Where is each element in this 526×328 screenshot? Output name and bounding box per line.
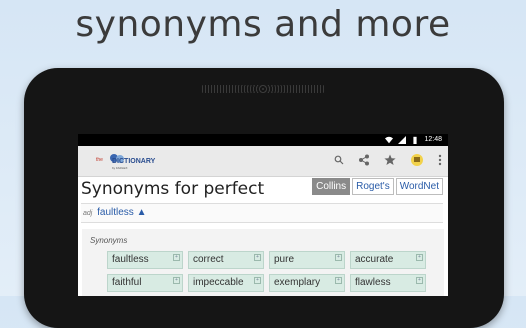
signal-icon (398, 136, 407, 144)
overflow-menu-icon[interactable] (438, 154, 442, 166)
expand-icon[interactable]: + (254, 254, 261, 261)
synonym-text: accurate (355, 254, 394, 265)
synonym-grid: faultless + correct + pure + accurate + fait… (107, 251, 426, 292)
synonym-text: impeccable (193, 277, 244, 288)
synonym-chip[interactable]: faultless + (107, 251, 183, 269)
expand-icon[interactable]: + (173, 254, 180, 261)
battery-icon (413, 136, 418, 144)
synonym-text: correct (193, 254, 224, 265)
expand-icon[interactable]: + (416, 277, 423, 284)
expand-icon[interactable]: + (335, 254, 342, 261)
tab-collins[interactable]: Collins (312, 178, 351, 195)
synonym-chip[interactable]: faithful + (107, 274, 183, 292)
logo-prefix: the (96, 157, 103, 163)
daily-icon[interactable] (410, 153, 424, 167)
search-icon[interactable] (334, 155, 344, 165)
wifi-icon (385, 136, 394, 144)
synonym-text: faultless (112, 254, 149, 265)
tab-wordnet[interactable]: WordNet (395, 178, 443, 195)
synonyms-label: Synonyms (90, 236, 128, 245)
synonym-chip[interactable]: pure + (269, 251, 345, 269)
logo-subtitle: by FARLEX (112, 166, 128, 170)
part-of-speech: adj (83, 210, 93, 217)
tablet-screen: 12:48 the DICTIONARY by FARLEX Synonyms … (78, 134, 448, 296)
synonym-chip[interactable]: correct + (188, 251, 264, 269)
app-bar: the DICTIONARY by FARLEX (78, 146, 448, 177)
status-bar: 12:48 (78, 134, 448, 146)
synonym-chip[interactable]: accurate + (350, 251, 426, 269)
synonym-text: flawless (355, 277, 391, 288)
synonym-chip[interactable]: flawless + (350, 274, 426, 292)
logo-title: DICTIONARY (112, 158, 156, 165)
status-time: 12:48 (424, 136, 442, 143)
tab-rogets[interactable]: Roget's (352, 178, 394, 195)
headword-row[interactable]: adj faultless ▲ (81, 203, 443, 223)
synonym-text: exemplary (274, 277, 321, 288)
expand-icon[interactable]: + (335, 277, 342, 284)
source-tabs: Collins Roget's WordNet (312, 178, 443, 195)
promo-headline: synonyms and more (75, 4, 451, 45)
share-icon[interactable] (358, 154, 370, 166)
tablet-speaker-grille (200, 85, 326, 93)
synonym-chip[interactable]: exemplary + (269, 274, 345, 292)
star-icon[interactable] (384, 154, 396, 166)
title-bar: Synonyms for perfect Collins Roget's Wor… (78, 177, 448, 199)
headword-link[interactable]: faultless ▲ (97, 207, 146, 218)
expand-icon[interactable]: + (254, 277, 261, 284)
synonym-text: pure (274, 254, 295, 265)
synonym-text: faithful (112, 277, 142, 288)
expand-icon[interactable]: + (416, 254, 423, 261)
expand-icon[interactable]: + (173, 277, 180, 284)
synonyms-panel: Synonyms faultless + correct + pure + accur… (82, 229, 444, 296)
page-title: Synonyms for perfect (81, 179, 265, 199)
synonym-chip[interactable]: impeccable + (188, 274, 264, 292)
app-logo[interactable]: the DICTIONARY by FARLEX (94, 151, 155, 171)
